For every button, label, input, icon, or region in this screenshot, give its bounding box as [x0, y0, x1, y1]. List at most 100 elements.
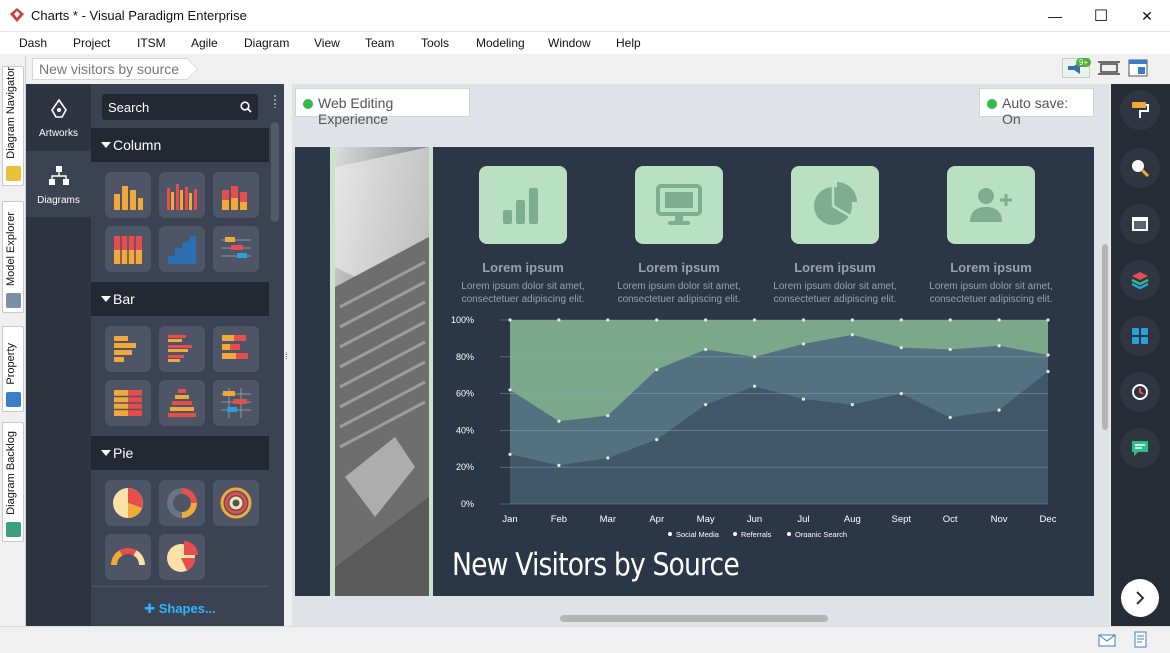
- fit-diagram-icon[interactable]: [1098, 60, 1120, 76]
- grid-panels-button[interactable]: [1120, 316, 1160, 356]
- x-tick-label: Jul: [797, 514, 809, 525]
- data-point: [801, 318, 806, 322]
- menu-diagram[interactable]: Diagram: [244, 36, 289, 50]
- shape-tile[interactable]: [105, 226, 151, 272]
- pen-nib-icon: [51, 98, 67, 118]
- data-point: [850, 333, 854, 337]
- shape-tile[interactable]: [213, 172, 259, 218]
- category-label: Bar: [113, 291, 135, 307]
- shape-tile[interactable]: [159, 380, 205, 426]
- feature-text: Lorem ipsum dolor sit amet, consectetuer …: [461, 281, 585, 305]
- menu-window[interactable]: Window: [548, 36, 591, 50]
- shape-tile[interactable]: [159, 172, 205, 218]
- web-editing-label: Web Editing Experience: [318, 95, 394, 127]
- mail-icon[interactable]: [1098, 634, 1116, 647]
- area-chart[interactable]: 0% 20% 40% 60% 80% 100% Jan Feb Mar Apr May Jun Jul A…: [445, 312, 1085, 537]
- document-edit-icon[interactable]: [1133, 631, 1149, 649]
- artworks-button[interactable]: Artworks: [26, 84, 91, 150]
- menu-itsm[interactable]: ITSM: [137, 36, 166, 50]
- minimize-button[interactable]: —: [1032, 0, 1078, 32]
- shape-tile[interactable]: [213, 480, 259, 526]
- x-tick-label: Oct: [943, 514, 958, 525]
- comments-button[interactable]: [1120, 428, 1160, 468]
- diagram-layout-icon[interactable]: [1128, 58, 1148, 78]
- shape-tile[interactable]: [159, 326, 205, 372]
- search-input[interactable]: Search: [102, 94, 258, 120]
- y-tick-label: 80%: [456, 352, 474, 362]
- menu-modeling[interactable]: Modeling: [476, 36, 525, 50]
- vertical-scrollbar[interactable]: [1102, 244, 1108, 430]
- shape-tile[interactable]: [105, 380, 151, 426]
- menu-project[interactable]: Project: [73, 36, 110, 50]
- auto-save-badge[interactable]: Auto save: On: [979, 88, 1094, 127]
- shape-tile[interactable]: [213, 226, 259, 272]
- tab-label: Property: [5, 343, 17, 385]
- data-point: [850, 318, 854, 322]
- announcements-button[interactable]: 9+: [1062, 58, 1092, 78]
- x-tick-label: Aug: [844, 514, 861, 525]
- search-icon[interactable]: [240, 101, 252, 113]
- shape-tile[interactable]: [105, 480, 151, 526]
- shape-tile[interactable]: [159, 226, 205, 272]
- menu-tools[interactable]: Tools: [421, 36, 449, 50]
- maximize-button[interactable]: ☐: [1078, 0, 1124, 32]
- diagrams-button[interactable]: Diagrams: [26, 151, 91, 217]
- data-point: [606, 456, 610, 460]
- photo-border: [429, 147, 433, 596]
- x-tick-label: Mar: [600, 514, 616, 525]
- window-button[interactable]: [1120, 204, 1160, 244]
- layers-button[interactable]: [1120, 260, 1160, 300]
- tab-diagram-navigator[interactable]: Diagram Navigator: [2, 66, 24, 186]
- next-button[interactable]: [1121, 579, 1159, 617]
- x-tick-label: May: [697, 514, 715, 525]
- shape-tile[interactable]: [105, 172, 151, 218]
- menu-dash[interactable]: Dash: [19, 36, 47, 50]
- feature-heading: Lorem ipsum: [794, 260, 876, 275]
- web-editing-badge[interactable]: Web Editing Experience: [295, 88, 470, 127]
- right-toolbar: [1111, 84, 1170, 626]
- more-shapes-button[interactable]: ✚ Shapes...: [91, 586, 269, 626]
- shape-tile[interactable]: [105, 534, 151, 580]
- data-point: [1046, 318, 1050, 322]
- diagram-canvas[interactable]: Web Editing Experience Auto save: On Lor…: [292, 84, 1110, 626]
- shape-tile[interactable]: [213, 326, 259, 372]
- panel-scrollbar[interactable]: [271, 122, 279, 222]
- shape-tile[interactable]: [213, 380, 259, 426]
- model-explorer-icon: [6, 293, 21, 308]
- panel-splitter[interactable]: ⁞: [284, 84, 292, 626]
- infographic[interactable]: Lorem ipsum Lorem ipsum dolor sit amet, c…: [295, 147, 1094, 596]
- history-clock-icon: [1132, 384, 1148, 400]
- data-point: [948, 318, 952, 322]
- menu-agile[interactable]: Agile: [191, 36, 218, 50]
- panel-grip[interactable]: [273, 94, 277, 108]
- menu-help[interactable]: Help: [616, 36, 641, 50]
- menu-team[interactable]: Team: [365, 36, 394, 50]
- icon-rail: Artworks Diagrams: [26, 84, 91, 626]
- zoom-button[interactable]: [1120, 148, 1160, 188]
- legend-label: Referrals: [741, 530, 772, 537]
- menu-view[interactable]: View: [314, 36, 340, 50]
- shape-tile[interactable]: [159, 480, 205, 526]
- category-label: Pie: [113, 445, 134, 461]
- close-button[interactable]: ✕: [1124, 0, 1170, 32]
- format-painter-button[interactable]: [1120, 90, 1160, 130]
- tab-diagram-backlog[interactable]: Diagram Backlog: [2, 422, 24, 542]
- history-button[interactable]: [1120, 372, 1160, 412]
- feature-icon-box: [791, 166, 879, 244]
- tab-model-explorer[interactable]: Model Explorer: [2, 201, 24, 313]
- breadcrumb[interactable]: New visitors by source: [32, 58, 199, 80]
- tab-property[interactable]: Property: [2, 326, 24, 412]
- legend-marker: [787, 532, 791, 536]
- category-pie[interactable]: Pie: [91, 436, 269, 470]
- category-bar[interactable]: Bar: [91, 282, 269, 316]
- data-point: [997, 318, 1001, 322]
- donut-chart-icon: [167, 488, 197, 518]
- data-point: [704, 347, 708, 352]
- shape-tile[interactable]: [105, 326, 151, 372]
- status-dot: [303, 99, 313, 109]
- data-point: [557, 463, 561, 467]
- horizontal-scrollbar[interactable]: [560, 615, 828, 622]
- bar-chart-icon: [114, 336, 136, 362]
- category-column[interactable]: Column: [91, 128, 269, 162]
- shape-tile[interactable]: [159, 534, 205, 580]
